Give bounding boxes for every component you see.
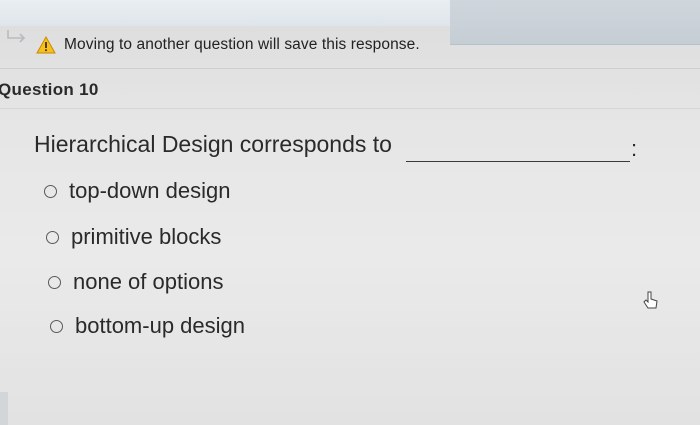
answer-option-label[interactable]: primitive blocks	[71, 224, 221, 250]
radio-button[interactable]	[50, 319, 63, 333]
answer-option[interactable]: primitive blocks	[46, 224, 221, 250]
top-right-panel	[450, 0, 700, 45]
question-number-label: Question 10	[0, 80, 99, 99]
answer-blank-line	[406, 161, 630, 162]
answer-option[interactable]: top-down design	[44, 178, 230, 204]
question-prompt: Hierarchical Design corresponds to	[34, 131, 392, 157]
divider	[0, 68, 700, 69]
answer-option[interactable]: none of options	[48, 269, 223, 295]
mouse-pointer-icon	[642, 290, 660, 312]
warning-bar: Moving to another question will save thi…	[36, 30, 420, 60]
navigation-arrow-icon[interactable]	[6, 26, 32, 44]
warning-text: Moving to another question will save thi…	[64, 36, 420, 53]
radio-button[interactable]	[46, 230, 59, 244]
divider	[0, 108, 700, 109]
radio-button[interactable]	[48, 275, 61, 289]
answer-option-label[interactable]: none of options	[73, 269, 223, 295]
warning-triangle-icon	[36, 35, 56, 54]
radio-button[interactable]	[44, 184, 57, 198]
answer-option-label[interactable]: bottom-up design	[75, 313, 245, 339]
question-trailing-punctuation: :	[631, 136, 638, 161]
answer-option-label[interactable]: top-down design	[69, 178, 230, 204]
page-edge	[0, 392, 8, 425]
answer-option[interactable]: bottom-up design	[50, 313, 245, 339]
